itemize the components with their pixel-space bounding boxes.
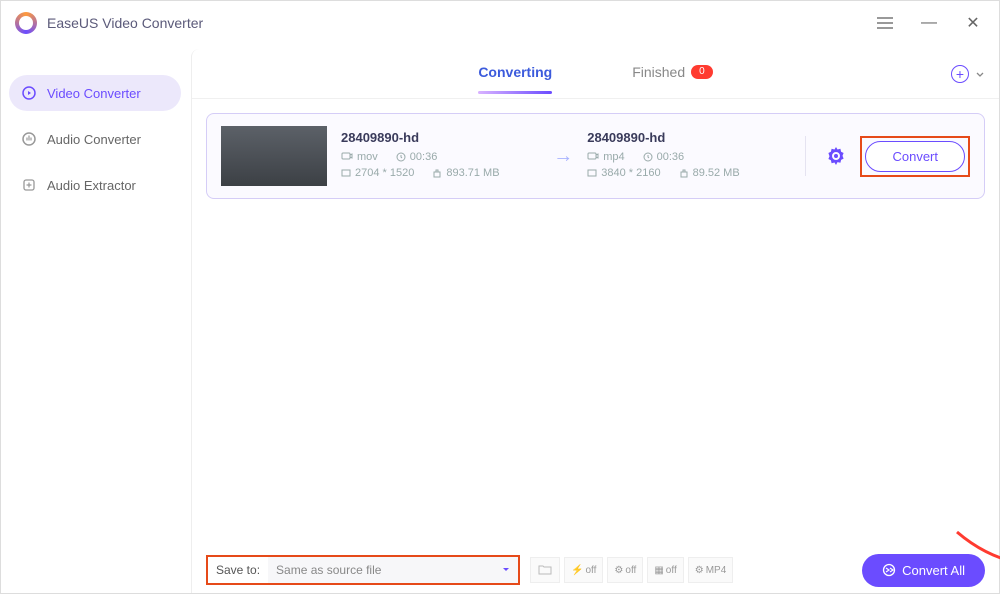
window-controls: — ✕ (873, 11, 985, 35)
titlebar: EaseUS Video Converter — ✕ (1, 1, 999, 45)
source-resolution: 2704 * 1520 (341, 167, 414, 179)
sidebar-item-label: Audio Converter (47, 132, 141, 147)
gear-icon: ⚙ (695, 565, 704, 576)
chevron-down-icon (502, 566, 510, 574)
sidebar-item-audio-extractor[interactable]: Audio Extractor (9, 167, 181, 203)
bolt-icon: ⚡ (571, 565, 583, 576)
highlight-convert: Convert (860, 136, 970, 177)
content: 28409890-hd mov 00:36 2704 * 1520 893.71… (192, 99, 999, 547)
sidebar-item-label: Audio Extractor (47, 178, 136, 193)
open-folder-button[interactable] (530, 557, 560, 583)
tab-finished[interactable]: Finished0 (632, 64, 712, 84)
plus-icon: + (951, 65, 969, 83)
tab-converting[interactable]: Converting (478, 64, 552, 84)
app-logo (15, 12, 37, 34)
convert-all-icon (882, 563, 896, 577)
convert-all-button[interactable]: Convert All (862, 554, 985, 587)
merge-icon: ▦ (654, 565, 663, 576)
highlight-save-to: Save to: Same as source file (206, 555, 520, 585)
finished-badge: 0 (691, 65, 713, 79)
merge-button[interactable]: ▦off (647, 557, 683, 583)
save-to-select[interactable]: Same as source file (268, 557, 518, 583)
source-filename: 28409890-hd (341, 130, 539, 145)
convert-button[interactable]: Convert (865, 141, 965, 172)
separator (805, 136, 806, 176)
footer-toolbar: ⚡off ⚙off ▦off ⚙MP4 (530, 557, 733, 583)
minimize-button[interactable]: — (917, 11, 941, 35)
close-button[interactable]: ✕ (961, 11, 985, 35)
footer: Save to: Same as source file ⚡off ⚙off ▦… (192, 547, 999, 593)
source-block: 28409890-hd mov 00:36 2704 * 1520 893.71… (341, 130, 539, 183)
app-title: EaseUS Video Converter (47, 15, 203, 31)
chevron-down-icon (975, 69, 985, 79)
add-button[interactable]: + (951, 65, 985, 83)
sidebar-item-video-converter[interactable]: Video Converter (9, 75, 181, 111)
target-duration: 00:36 (643, 151, 685, 163)
sidebar: Video Converter Audio Converter Audio Ex… (1, 45, 191, 593)
menu-button[interactable] (873, 11, 897, 35)
arrow-icon: → (553, 145, 573, 168)
sidebar-item-label: Video Converter (47, 86, 141, 101)
target-block: 28409890-hd mp4 00:36 3840 * 2160 89.52 … (587, 130, 785, 183)
target-size: 89.52 MB (679, 167, 740, 179)
format-button[interactable]: ⚙MP4 (688, 557, 734, 583)
thumbnail (221, 126, 327, 186)
main: Converting Finished0 + 28409890-hd mov 0… (191, 49, 999, 593)
conversion-row: 28409890-hd mov 00:36 2704 * 1520 893.71… (206, 113, 985, 199)
sidebar-item-audio-converter[interactable]: Audio Converter (9, 121, 181, 157)
target-filename: 28409890-hd (587, 130, 785, 145)
audio-extractor-icon (21, 177, 37, 193)
source-size: 893.71 MB (432, 167, 499, 179)
gpu-button[interactable]: ⚙off (607, 557, 643, 583)
source-duration: 00:36 (396, 151, 438, 163)
gear-icon: ⚙ (614, 565, 623, 576)
save-to-label: Save to: (208, 563, 268, 577)
target-resolution: 3840 * 2160 (587, 167, 660, 179)
audio-converter-icon (21, 131, 37, 147)
video-converter-icon (21, 85, 37, 101)
source-format: mov (341, 151, 378, 163)
target-format: mp4 (587, 151, 624, 163)
settings-gear-icon[interactable] (826, 146, 846, 166)
tabs: Converting Finished0 + (192, 49, 999, 99)
folder-icon (538, 564, 552, 576)
speedup-button[interactable]: ⚡off (564, 557, 603, 583)
